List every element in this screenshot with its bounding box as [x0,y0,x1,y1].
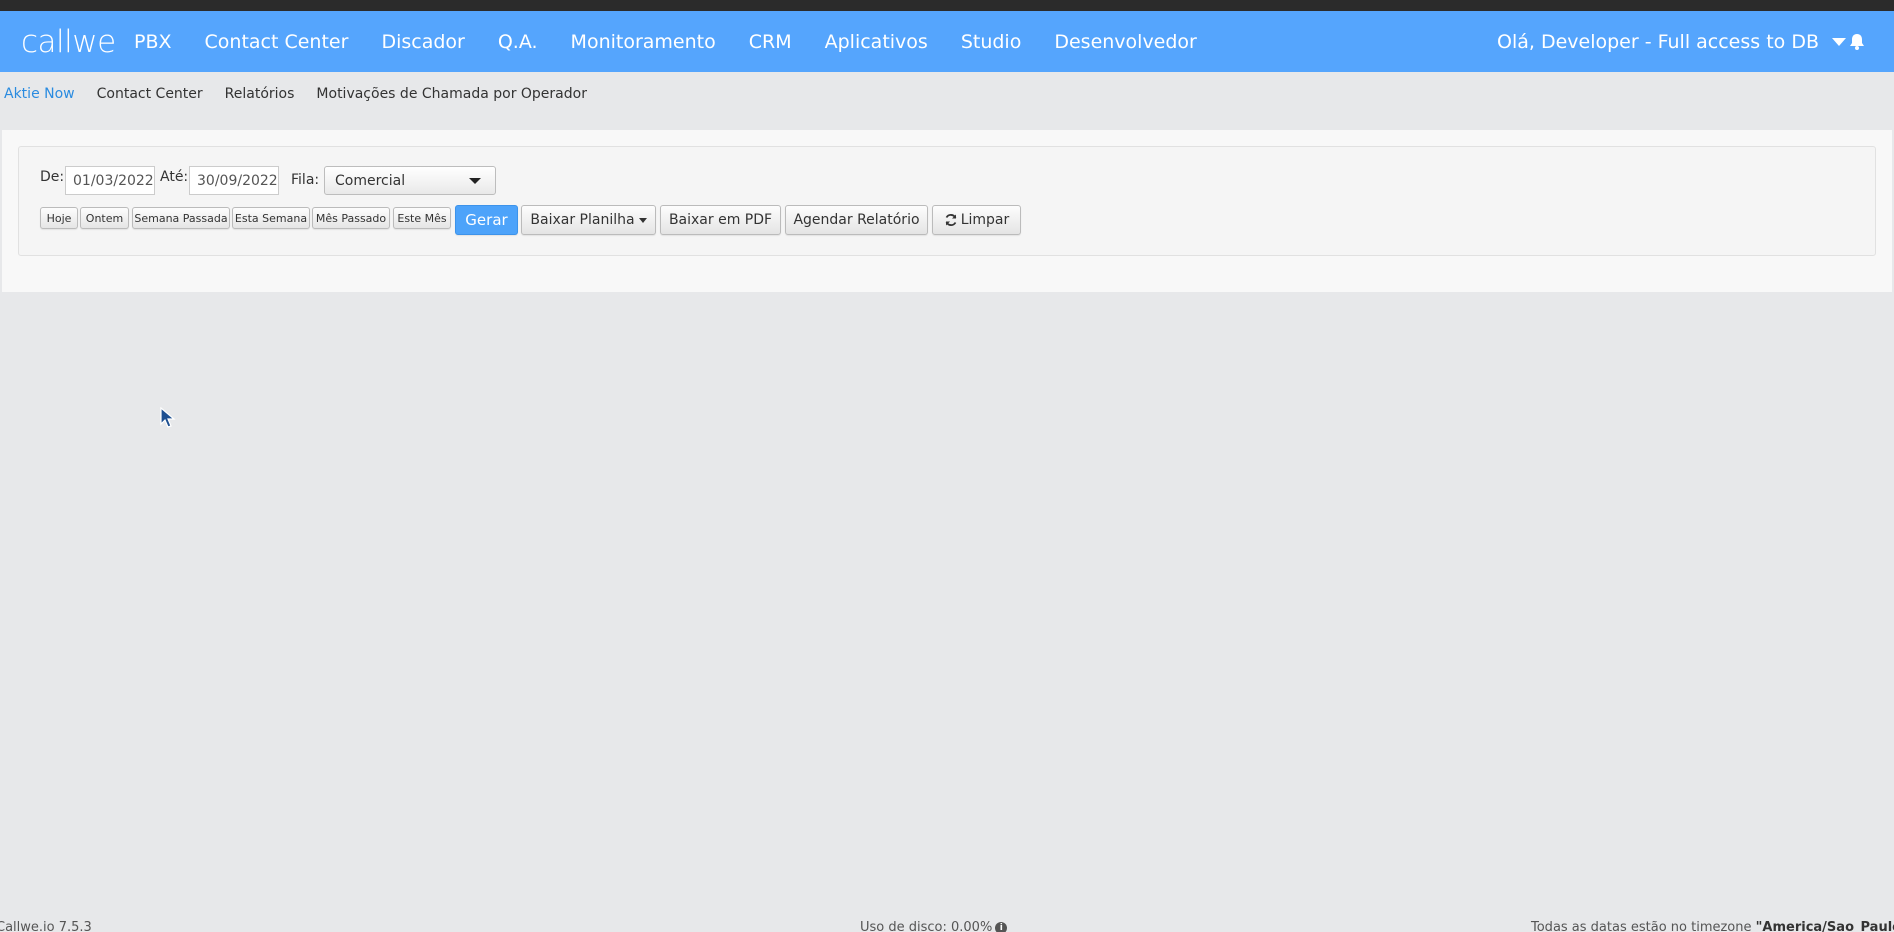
range-today-button[interactable]: Hoje [40,207,78,229]
info-icon[interactable]: i [995,921,1008,932]
filter-well: De: 01/03/2022 Até: 30/09/2022 Fila: Com… [18,146,1876,256]
schedule-report-button[interactable]: Agendar Relatório [785,205,928,235]
generate-button[interactable]: Gerar [455,205,518,235]
nav-item-qa[interactable]: Q.A. [498,31,538,53]
range-yesterday-button[interactable]: Ontem [80,207,129,229]
callwe-logo[interactable]: callwe [21,24,116,60]
breadcrumb-item-current: Motivações de Chamada por Operador [316,86,587,102]
report-panel: De: 01/03/2022 Até: 30/09/2022 Fila: Com… [2,130,1892,292]
disk-usage-text: Uso de disco: 0.00% [860,920,993,932]
caret-down-icon [638,217,647,223]
bell-icon[interactable] [1847,32,1867,52]
queue-select[interactable]: Comercial [324,166,496,195]
range-last-month-button[interactable]: Mês Passado [312,207,390,229]
mouse-pointer-icon [160,406,176,429]
breadcrumb-item-relatorios: Relatórios [224,86,295,102]
clear-button[interactable]: Limpar [932,205,1021,235]
timezone-prefix: Todas as datas estão no timezone [1531,920,1756,932]
top-navbar: callwe PBX Contact Center Discador Q.A. … [0,11,1894,72]
download-sheet-label: Baixar Planilha [530,212,635,228]
download-pdf-button[interactable]: Baixar em PDF [660,205,781,235]
nav-item-aplicativos[interactable]: Aplicativos [825,31,928,53]
to-date-input[interactable]: 30/09/2022 [189,166,279,195]
browser-top-strip [0,0,1894,11]
user-greeting: Olá, Developer - Full access to DB [1497,30,1819,53]
clear-label: Limpar [960,212,1010,228]
range-this-week-button[interactable]: Esta Semana [232,207,310,229]
breadcrumb-item-home[interactable]: Aktie Now [4,86,75,102]
main-nav: PBX Contact Center Discador Q.A. Monitor… [134,11,1230,72]
nav-item-monitoramento[interactable]: Monitoramento [571,31,716,53]
nav-item-crm[interactable]: CRM [749,31,792,53]
nav-item-contact-center[interactable]: Contact Center [205,31,349,53]
range-last-week-button[interactable]: Semana Passada [132,207,230,229]
nav-item-studio[interactable]: Studio [961,31,1022,53]
nav-item-discador[interactable]: Discador [381,31,464,53]
to-label: Até: [160,169,189,185]
timezone-value: "America/Sao_Paulo" [1755,920,1894,932]
download-sheet-button[interactable]: Baixar Planilha [521,205,656,235]
from-label: De: [40,169,65,185]
app-version: Callwe.io 7.5.3 [0,920,92,932]
refresh-icon [944,213,958,227]
disk-usage: Uso de disco: 0.00% i [860,920,1008,932]
nav-item-desenvolvedor[interactable]: Desenvolvedor [1054,31,1197,53]
range-this-month-button[interactable]: Este Mês [393,207,451,229]
chevron-down-icon [1831,37,1846,46]
from-date-input[interactable]: 01/03/2022 [65,166,155,195]
queue-select-value: Comercial [335,172,406,189]
nav-item-pbx[interactable]: PBX [134,31,172,53]
chevron-down-icon [469,178,481,184]
breadcrumb: Aktie Now Contact Center Relatórios Moti… [4,84,609,104]
queue-label: Fila: [291,172,320,188]
breadcrumb-item-contact-center: Contact Center [96,86,203,102]
user-menu[interactable]: Olá, Developer - Full access to DB [1497,11,1846,72]
timezone-note: Todas as datas estão no timezone "Americ… [1531,920,1894,932]
